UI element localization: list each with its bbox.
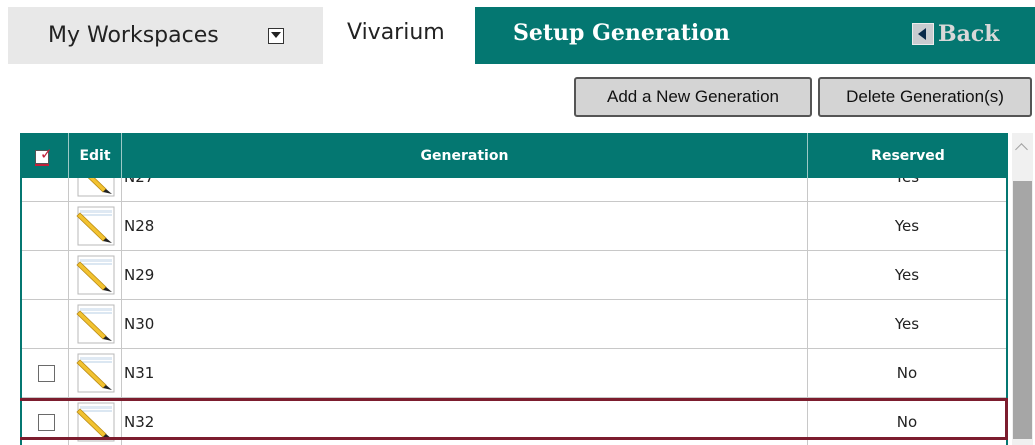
edit-cell[interactable] bbox=[69, 349, 122, 397]
table-row: N30 Yes bbox=[22, 300, 1006, 349]
row-checkbox[interactable] bbox=[38, 414, 55, 431]
edit-pencil-icon[interactable] bbox=[74, 303, 118, 345]
tab-vivarium[interactable]: Vivarium bbox=[325, 7, 475, 64]
generation-column-header[interactable]: Generation bbox=[122, 133, 808, 178]
select-all-header[interactable]: ✓ bbox=[20, 133, 69, 178]
row-checkbox-cell bbox=[22, 202, 69, 250]
add-generation-button[interactable]: Add a New Generation bbox=[574, 77, 812, 117]
back-arrow-icon bbox=[912, 23, 934, 45]
edit-pencil-icon[interactable] bbox=[74, 205, 118, 247]
row-checkbox-cell bbox=[22, 251, 69, 299]
grid-rows: N27 Yes N28 Yes N29 Yes N30 Yes bbox=[22, 178, 1006, 445]
grid-body[interactable]: N27 Yes N28 Yes N29 Yes N30 Yes bbox=[20, 178, 1008, 445]
edit-cell[interactable] bbox=[69, 398, 122, 445]
edit-pencil-icon[interactable] bbox=[74, 254, 118, 296]
generation-cell: N29 bbox=[122, 251, 808, 299]
grid-scrollbar[interactable] bbox=[1012, 133, 1033, 445]
edit-cell[interactable] bbox=[69, 202, 122, 250]
edit-column-header: Edit bbox=[69, 133, 122, 178]
reserved-cell: Yes bbox=[894, 315, 920, 333]
page-title: Setup Generation bbox=[513, 20, 730, 46]
generation-cell: N31 bbox=[122, 349, 808, 397]
reserved-cell: No bbox=[896, 413, 918, 431]
edit-cell[interactable] bbox=[69, 300, 122, 348]
generation-cell: N32 bbox=[122, 398, 808, 445]
top-tab-bar: My Workspaces Vivarium Setup Generation … bbox=[0, 0, 1035, 66]
tab-vivarium-label: Vivarium bbox=[347, 20, 445, 45]
scrollbar-thumb[interactable] bbox=[1013, 181, 1032, 439]
scroll-up-icon[interactable] bbox=[1012, 133, 1033, 179]
select-all-icon[interactable]: ✓ bbox=[35, 146, 53, 166]
row-checkbox-cell bbox=[22, 398, 69, 445]
tab-my-workspaces-label: My Workspaces bbox=[48, 23, 219, 48]
table-row: N28 Yes bbox=[22, 202, 1006, 251]
edit-cell[interactable] bbox=[69, 251, 122, 299]
table-row: N27 Yes bbox=[22, 178, 1006, 202]
dropdown-arrow-icon[interactable] bbox=[268, 28, 284, 44]
generation-cell: N30 bbox=[122, 300, 808, 348]
reserved-cell: No bbox=[896, 364, 918, 382]
generation-grid: ✓ Edit Generation Reserved N27 Yes N28 Y… bbox=[20, 133, 1010, 445]
edit-pencil-icon[interactable] bbox=[74, 178, 118, 198]
reserved-cell: Yes bbox=[894, 266, 920, 284]
reserved-column-header[interactable]: Reserved bbox=[808, 133, 1008, 178]
edit-pencil-icon[interactable] bbox=[74, 352, 118, 394]
table-row: N32 No bbox=[22, 398, 1006, 445]
back-button[interactable]: Back bbox=[912, 20, 1000, 48]
table-row: N29 Yes bbox=[22, 251, 1006, 300]
tab-setup-generation: Setup Generation Back bbox=[475, 7, 1035, 64]
edit-cell[interactable] bbox=[69, 178, 122, 201]
row-checkbox[interactable] bbox=[38, 365, 55, 382]
reserved-cell: Yes bbox=[894, 217, 920, 235]
delete-generation-button[interactable]: Delete Generation(s) bbox=[818, 77, 1032, 117]
row-checkbox-cell bbox=[22, 349, 69, 397]
grid-header: ✓ Edit Generation Reserved bbox=[20, 133, 1008, 178]
generation-cell: N28 bbox=[122, 202, 808, 250]
row-checkbox-cell bbox=[22, 300, 69, 348]
tab-my-workspaces[interactable]: My Workspaces bbox=[8, 7, 323, 64]
table-row: N31 No bbox=[22, 349, 1006, 398]
reserved-cell: Yes bbox=[808, 178, 1006, 201]
back-button-label: Back bbox=[938, 21, 1000, 47]
row-checkbox-cell bbox=[22, 178, 69, 201]
edit-pencil-icon[interactable] bbox=[74, 401, 118, 443]
generation-cell: N27 bbox=[122, 178, 808, 201]
